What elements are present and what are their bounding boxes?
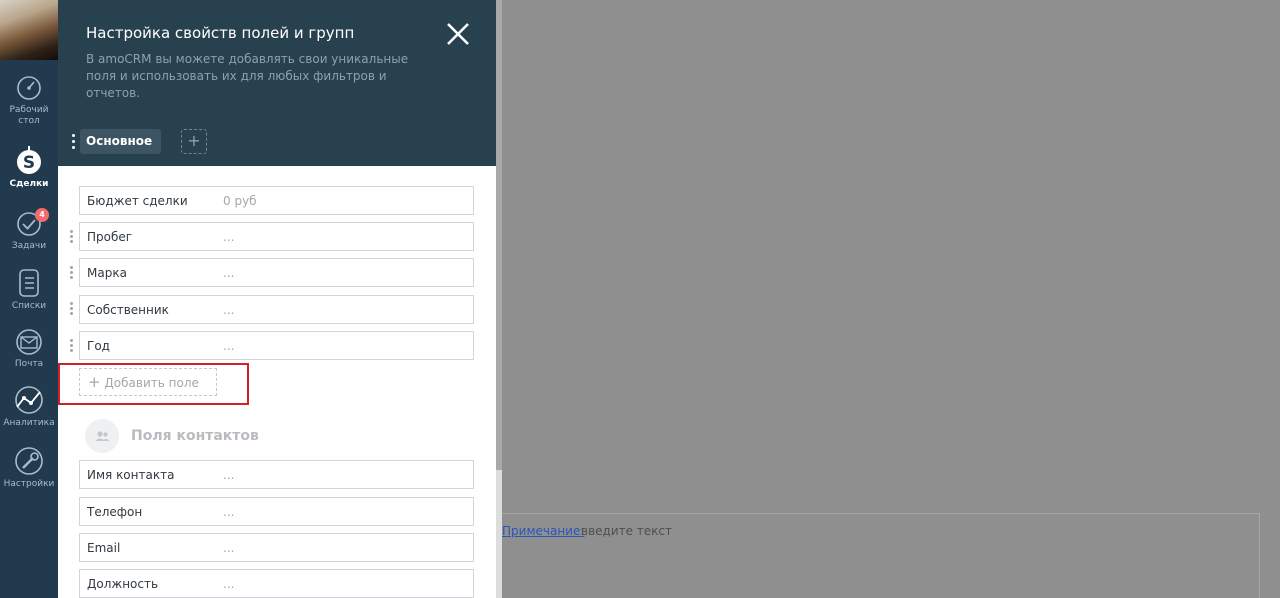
panel-scrollbar[interactable] [496, 0, 502, 598]
sidebar-item-lists[interactable]: Списки [0, 268, 58, 312]
field-value: ... [223, 230, 235, 244]
field-value: ... [223, 505, 235, 519]
field-row[interactable]: Должность ... [79, 569, 474, 598]
lists-icon [19, 269, 39, 297]
field-value: ... [223, 339, 235, 353]
drag-handle-icon[interactable] [70, 266, 74, 280]
field-row[interactable]: Телефон ... [79, 497, 474, 526]
field-row[interactable]: Пробег ... [79, 222, 474, 251]
analytics-icon [15, 386, 43, 414]
note-input-placeholder[interactable]: введите текст [581, 524, 672, 538]
sidebar-item-deals[interactable]: S Сделки [0, 146, 58, 190]
tasks-badge: 4 [35, 208, 49, 222]
sidebar-item-label: Рабочий стол [9, 105, 49, 126]
people-icon [95, 431, 110, 441]
sidebar-item-dashboard[interactable]: Рабочий стол [0, 74, 58, 127]
field-value: ... [223, 468, 235, 482]
field-row[interactable]: Год ... [79, 331, 474, 360]
dashboard-icon [17, 76, 41, 100]
panel-title: Настройка свойств полей и групп [86, 24, 355, 42]
drag-handle-icon[interactable] [70, 302, 74, 316]
field-label: Email [87, 541, 121, 555]
field-row[interactable]: Бюджет сделки 0 руб [79, 186, 474, 215]
field-label: Телефон [87, 505, 143, 519]
note-area[interactable]: Примечание: введите текст [502, 513, 1260, 598]
add-tab-button[interactable]: + [181, 129, 207, 154]
field-label: Год [87, 339, 110, 353]
sidebar-item-mail[interactable]: Почта [0, 328, 58, 370]
field-label: Собственник [87, 303, 169, 317]
svg-text:S: S [23, 153, 35, 173]
field-row[interactable]: Марка ... [79, 258, 474, 287]
sidebar-item-label: Задачи [11, 241, 47, 251]
mail-icon [16, 329, 42, 355]
scrollbar-thumb[interactable] [496, 0, 502, 470]
sidebar-item-label: Почта [14, 359, 44, 369]
field-label: Пробег [87, 230, 133, 244]
field-label: Бюджет сделки [87, 194, 188, 208]
close-icon [447, 23, 469, 45]
panel-header: Настройка свойств полей и групп В amoCRM… [58, 0, 496, 166]
main-sidebar: Рабочий стол S Сделки 4 Задачи Списки По… [0, 0, 58, 598]
field-value: ... [223, 541, 235, 555]
tab-main[interactable]: Основное [80, 129, 161, 154]
sidebar-item-tasks[interactable]: 4 Задачи [0, 208, 58, 252]
field-value: ... [223, 266, 235, 280]
close-button[interactable] [446, 22, 470, 46]
contacts-group-icon [85, 419, 119, 453]
sidebar-item-analytics[interactable]: Аналитика [0, 385, 58, 429]
drag-handle-icon[interactable] [70, 339, 74, 353]
field-label: Имя контакта [87, 468, 175, 482]
highlight-box [58, 363, 249, 405]
field-row[interactable]: Имя контакта ... [79, 460, 474, 489]
field-value: 0 руб [223, 194, 257, 208]
drag-handle-icon[interactable] [72, 134, 76, 150]
field-label: Должность [87, 577, 159, 591]
field-label: Марка [87, 266, 127, 280]
sidebar-item-label: Списки [11, 301, 47, 311]
plus-icon: + [187, 131, 201, 150]
avatar[interactable] [0, 0, 58, 60]
field-settings-panel: Настройка свойств полей и групп В amoCRM… [58, 0, 496, 598]
sidebar-item-settings[interactable]: Настройки [0, 446, 58, 490]
deals-icon: S [17, 146, 41, 174]
drag-handle-icon[interactable] [70, 230, 74, 244]
field-row[interactable]: Собственник ... [79, 295, 474, 324]
sidebar-item-label: Сделки [9, 179, 49, 189]
contacts-group-title: Поля контактов [131, 428, 259, 444]
field-row[interactable]: Email ... [79, 533, 474, 562]
field-value: ... [223, 303, 235, 317]
panel-description: В amoCRM вы можете добавлять свои уникал… [86, 52, 409, 100]
sidebar-item-label: Аналитика [3, 418, 55, 428]
sidebar-item-label: Настройки [3, 479, 55, 489]
note-link[interactable]: Примечание: [502, 524, 584, 538]
settings-icon [15, 447, 43, 475]
field-value: ... [223, 577, 235, 591]
